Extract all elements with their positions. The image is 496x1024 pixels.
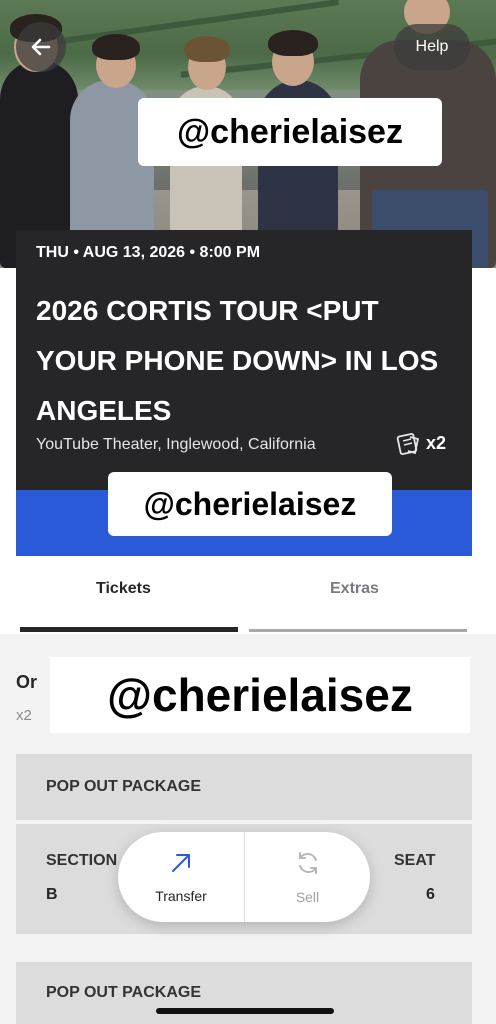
ticket-actions: Transfer Sell xyxy=(118,832,370,922)
tab-extras[interactable]: Extras xyxy=(330,580,379,598)
tickets-icon xyxy=(396,433,420,455)
watermark-overlay: @cherielaisez xyxy=(108,472,392,536)
watermark-overlay: @cherielaisez xyxy=(50,657,470,733)
event-date: THU • AUG 13, 2026 • 8:00 PM xyxy=(36,244,261,261)
person-hair xyxy=(184,36,230,62)
ticket-quantity-value: x2 xyxy=(426,432,447,453)
package-header: POP OUT PACKAGE xyxy=(16,754,472,820)
person-hair xyxy=(268,30,318,56)
seat-value: 6 xyxy=(426,886,435,903)
order-quantity: x2 xyxy=(16,707,32,724)
tab-tickets[interactable]: Tickets xyxy=(96,580,151,598)
help-button[interactable]: Help xyxy=(394,24,470,70)
refresh-icon xyxy=(298,852,317,874)
ticket-quantity: x2 xyxy=(396,430,446,456)
tab-extras-indicator xyxy=(249,629,467,632)
arrow-left-icon xyxy=(31,38,51,56)
watermark-overlay: @cherielaisez xyxy=(138,98,442,166)
seat-label: SEAT xyxy=(394,852,436,869)
transfer-button[interactable]: Transfer xyxy=(118,832,244,922)
section-value: B xyxy=(46,886,58,903)
transfer-label: Transfer xyxy=(155,888,207,904)
package-label: POP OUT PACKAGE xyxy=(46,778,201,795)
package-header: POP OUT PACKAGE xyxy=(16,962,472,1024)
event-venue: YouTube Theater, Inglewood, California xyxy=(36,436,316,453)
sell-label: Sell xyxy=(295,889,320,905)
home-indicator[interactable] xyxy=(156,1008,334,1014)
sell-button[interactable]: Sell xyxy=(244,832,370,922)
order-label: Or xyxy=(16,672,38,692)
tab-tickets-indicator xyxy=(20,627,238,632)
section-label: SECTION xyxy=(46,852,118,869)
back-button[interactable] xyxy=(16,22,66,72)
event-title: 2026 CORTIS TOUR <PUT YOUR PHONE DOWN> I… xyxy=(36,295,439,426)
person-hair xyxy=(92,34,140,60)
event-info-card: THU • AUG 13, 2026 • 8:00 PM 2026 CORTIS… xyxy=(16,230,472,490)
package-label: POP OUT PACKAGE xyxy=(46,984,201,1001)
arrow-up-right-icon xyxy=(172,854,190,872)
